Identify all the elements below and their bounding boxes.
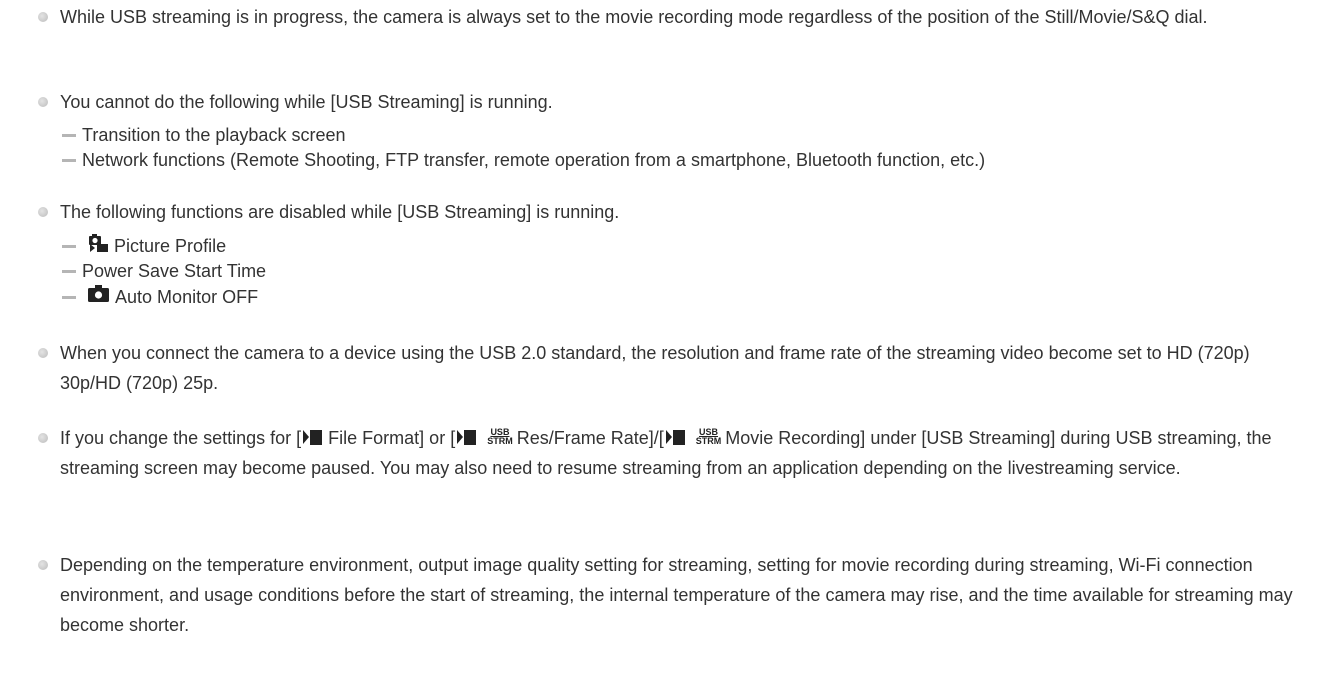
sub-item: Auto Monitor OFF — [62, 284, 258, 310]
movie-icon — [301, 428, 323, 446]
note-text: You cannot do the following while [USB S… — [60, 92, 553, 112]
sub-item: Power Save Start Time — [62, 258, 266, 284]
movie-icon — [455, 428, 477, 446]
dash-icon — [62, 244, 76, 248]
sub-item: Transition to the playback screen — [62, 122, 345, 148]
picture-profile-icon — [87, 232, 109, 259]
movie-icon — [664, 428, 686, 446]
sub-item-label: Auto Monitor OFF — [115, 287, 259, 307]
usb-strm-icon: USB STRM — [487, 427, 513, 447]
dash-icon — [62, 133, 76, 137]
note-text: While USB streaming is in progress, the … — [60, 7, 1208, 27]
note-text-part: Res/Frame Rate]/[ — [516, 428, 664, 448]
bullet-icon — [38, 207, 48, 217]
bullet-icon — [38, 348, 48, 358]
bullet-icon — [38, 97, 48, 107]
dash-icon — [62, 295, 76, 299]
note-text: If you change the settings for [ File Fo… — [60, 423, 1310, 483]
sub-item-label: Transition to the playback screen — [82, 125, 346, 145]
dash-icon — [62, 269, 76, 273]
sub-item: Picture Profile — [62, 233, 226, 259]
sub-item-label: Power Save Start Time — [82, 261, 267, 281]
note-text: The following functions are disabled whi… — [60, 202, 620, 222]
dash-icon — [62, 158, 76, 162]
bullet-icon — [38, 12, 48, 22]
sub-item-label: Network functions (Remote Shooting, FTP … — [82, 150, 986, 170]
note-text: When you connect the camera to a device … — [60, 343, 1250, 393]
sub-item-label: Picture Profile — [114, 236, 227, 256]
sub-item: Network functions (Remote Shooting, FTP … — [62, 147, 985, 173]
bullet-icon — [38, 560, 48, 570]
note-text: Depending on the temperature environment… — [60, 555, 1293, 635]
note-text-part: File Format] or [ — [328, 428, 456, 448]
bullet-icon — [38, 433, 48, 443]
camera-icon — [87, 283, 111, 310]
note-text-part: If you change the settings for [ — [60, 428, 302, 448]
usb-strm-icon: USB STRM — [695, 427, 722, 447]
